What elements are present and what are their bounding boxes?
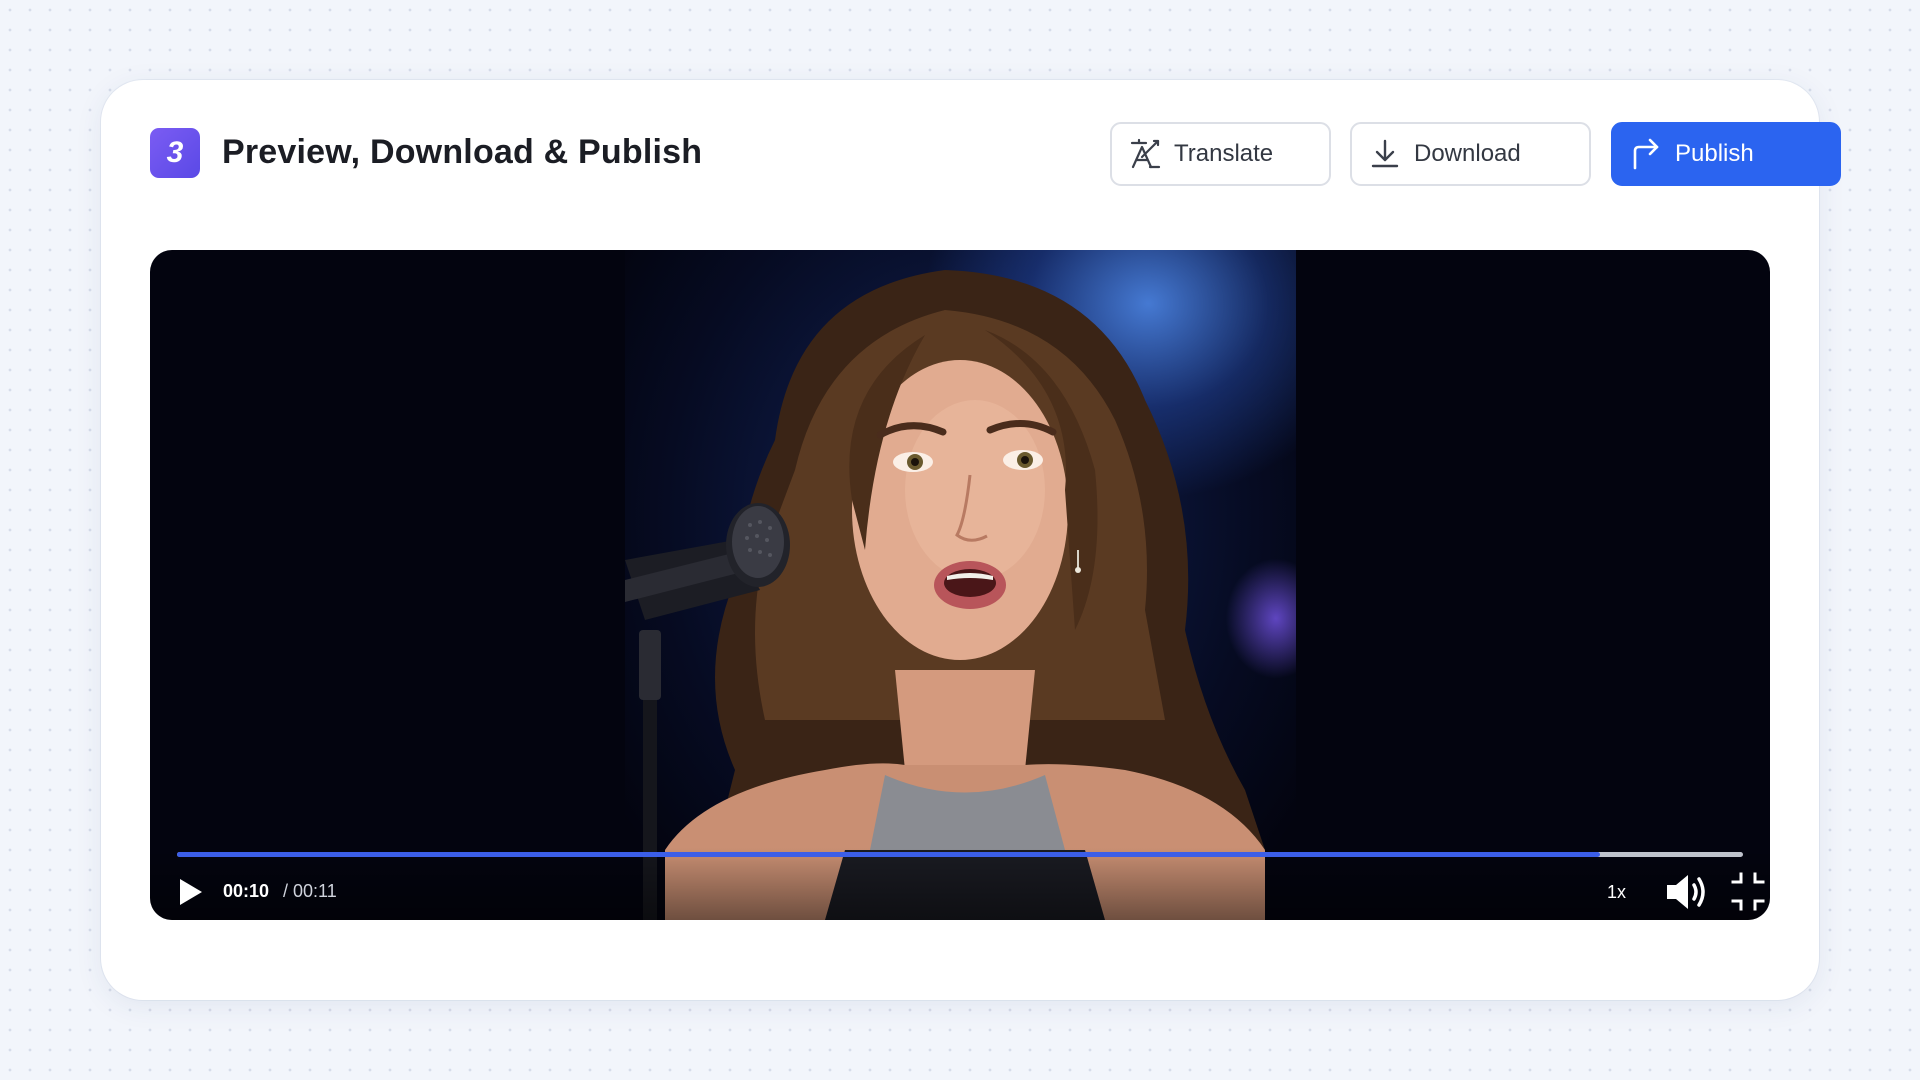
- publish-panel: 3 Preview, Download & Publish Translate: [101, 80, 1841, 1000]
- panel-header: 3 Preview, Download & Publish Translate: [150, 118, 1841, 186]
- step-number-badge: 3: [150, 128, 200, 178]
- download-icon: [1368, 137, 1402, 171]
- current-time: 00:10: [223, 881, 270, 901]
- progress-fill: [177, 852, 1601, 857]
- playback-speed-button[interactable]: 1x: [1607, 882, 1626, 903]
- translate-button[interactable]: Translate: [1110, 122, 1331, 186]
- progress-track[interactable]: [177, 852, 1743, 857]
- play-button[interactable]: [174, 872, 208, 912]
- total-time: / 00:11: [283, 881, 337, 901]
- controls-bar: [150, 848, 1770, 920]
- share-arrow-icon: [1629, 137, 1663, 171]
- singer-video-image: [625, 270, 1265, 920]
- page-title: Preview, Download & Publish: [222, 133, 703, 171]
- play-icon: [180, 879, 202, 905]
- exit-fullscreen-icon: [1731, 872, 1765, 911]
- video-frame[interactable]: [625, 250, 1296, 920]
- translate-icon: [1128, 137, 1162, 171]
- download-label: Download: [1414, 140, 1521, 167]
- publish-button[interactable]: Publish: [1611, 122, 1841, 186]
- exit-fullscreen-button[interactable]: [1731, 870, 1765, 914]
- download-button[interactable]: Download: [1350, 122, 1591, 186]
- translate-label: Translate: [1174, 140, 1274, 167]
- volume-icon: [1667, 875, 1705, 909]
- publish-label: Publish: [1675, 140, 1754, 167]
- volume-button[interactable]: [1663, 870, 1711, 914]
- video-player[interactable]: 00:10 / 00:11 1x: [150, 250, 1770, 920]
